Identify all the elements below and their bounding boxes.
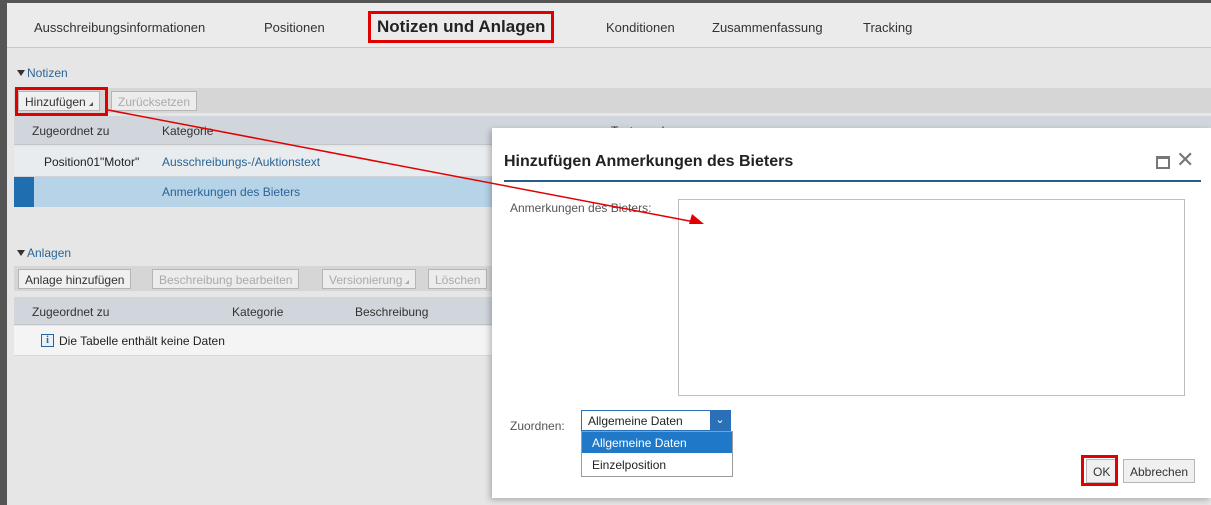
notes-section-toggle[interactable]: Notizen — [17, 66, 68, 80]
row-assigned: Position01"Motor" — [44, 155, 140, 169]
col-header-assigned[interactable]: Zugeordnet zu — [32, 305, 109, 319]
tab-notes-attachments[interactable]: Notizen und Anlagen — [368, 11, 555, 43]
attachments-section-toggle[interactable]: Anlagen — [17, 246, 71, 260]
empty-message: Die Tabelle enthält keine Daten — [59, 334, 225, 348]
row-category-link[interactable]: Ausschreibungs-/Auktionstext — [162, 155, 320, 169]
versioning-label: Versionierung — [329, 273, 403, 287]
assign-label: Zuordnen: — [510, 419, 565, 433]
tab-items[interactable]: Positionen — [264, 20, 325, 35]
menu-caret-icon — [405, 280, 410, 284]
notes-toolbar: Hinzufügen Zurücksetzen — [14, 88, 1211, 113]
highlight-ok-button — [1081, 455, 1118, 486]
edit-description-button[interactable]: Beschreibung bearbeiten — [152, 269, 300, 289]
maximize-icon[interactable] — [1156, 156, 1170, 169]
option-general-data[interactable]: Allgemeine Daten — [582, 432, 732, 453]
tab-tracking[interactable]: Tracking — [863, 20, 912, 35]
col-header-category[interactable]: Kategorie — [232, 305, 283, 319]
versioning-button[interactable]: Versionierung — [322, 269, 417, 289]
assign-select-value: Allgemeine Daten — [588, 414, 683, 428]
col-header-description[interactable]: Beschreibung — [355, 305, 428, 319]
assign-select[interactable]: Allgemeine Daten ⌄ — [581, 410, 731, 431]
info-icon: i — [41, 334, 54, 347]
col-header-assigned[interactable]: Zugeordnet zu — [32, 124, 109, 138]
tab-summary[interactable]: Zusammenfassung — [712, 20, 823, 35]
tab-bar: Ausschreibungsinformationen Positionen N… — [7, 3, 1211, 48]
title-divider — [504, 180, 1201, 182]
add-attachment-button[interactable]: Anlage hinzufügen — [18, 269, 132, 289]
close-icon[interactable]: ✕ — [1176, 149, 1194, 171]
col-header-category[interactable]: Kategorie — [162, 124, 213, 138]
dialog-title: Hinzufügen Anmerkungen des Bieters — [504, 153, 794, 170]
row-selector[interactable] — [14, 177, 34, 207]
collapse-triangle-icon — [17, 70, 25, 76]
assign-dropdown: Allgemeine Daten Einzelposition — [581, 431, 733, 477]
notes-section-title: Notizen — [27, 66, 68, 80]
delete-button[interactable]: Löschen — [428, 269, 488, 289]
attachments-section-title: Anlagen — [27, 246, 72, 260]
collapse-triangle-icon — [17, 250, 25, 256]
chevron-down-icon[interactable]: ⌄ — [710, 411, 730, 430]
bidder-notes-textarea[interactable] — [678, 199, 1185, 396]
cancel-button[interactable]: Abbrechen — [1123, 459, 1196, 483]
tab-tender-info[interactable]: Ausschreibungsinformationen — [34, 20, 205, 35]
highlight-add-button — [15, 87, 108, 116]
row-category-link[interactable]: Anmerkungen des Bieters — [162, 185, 300, 199]
add-note-dialog: Hinzufügen Anmerkungen des Bieters ✕ Anm… — [492, 128, 1211, 498]
reset-button[interactable]: Zurücksetzen — [111, 91, 198, 111]
bidder-notes-label: Anmerkungen des Bieters: — [510, 201, 652, 215]
tab-conditions[interactable]: Konditionen — [606, 20, 675, 35]
option-single-item[interactable]: Einzelposition — [582, 454, 732, 475]
